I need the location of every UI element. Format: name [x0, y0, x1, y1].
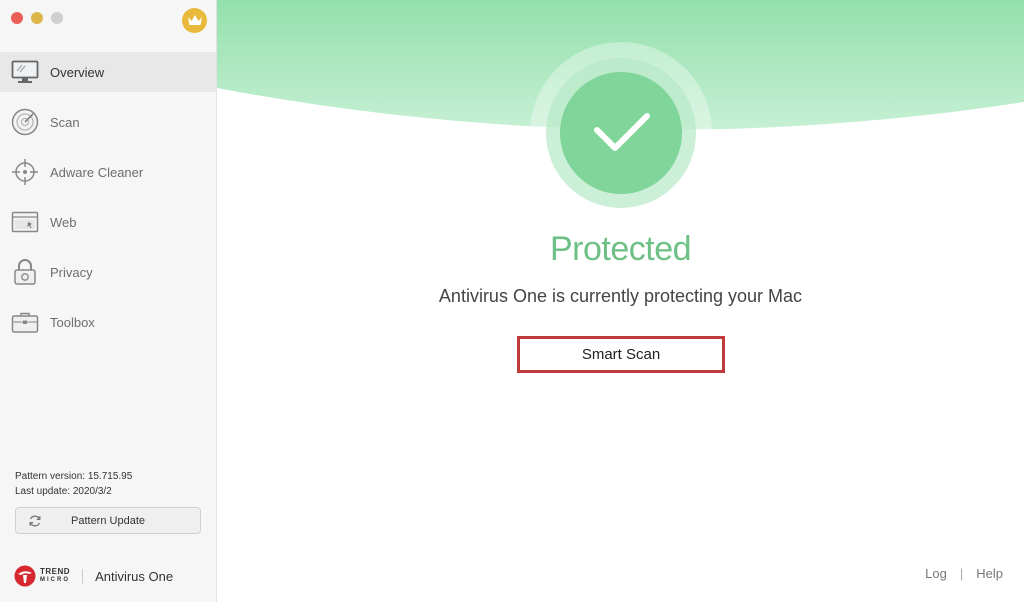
log-link[interactable]: Log	[925, 566, 947, 581]
brand-company-bottom: MICRO	[40, 577, 70, 583]
crown-icon[interactable]	[182, 8, 207, 33]
sidebar-item-label: Scan	[50, 114, 80, 130]
zoom-window-button[interactable]	[51, 12, 63, 24]
monitor-icon	[10, 57, 40, 87]
pattern-update-label: Pattern Update	[71, 514, 145, 527]
brand-divider	[82, 568, 84, 584]
protected-status-icon	[530, 42, 712, 224]
trend-micro-logo-icon	[14, 565, 36, 587]
sidebar-item-toolbox[interactable]: Toolbox	[0, 302, 216, 342]
help-link[interactable]: Help	[976, 566, 1003, 581]
app-window: Overview Scan Adware Cleaner Web Privacy…	[0, 0, 1024, 602]
sidebar-item-label: Adware Cleaner	[50, 164, 144, 180]
radar-icon	[10, 107, 40, 137]
sidebar-item-label: Overview	[50, 64, 105, 80]
minimize-window-button[interactable]	[31, 12, 43, 24]
sidebar-item-label: Toolbox	[50, 314, 95, 330]
footer-divider: |	[959, 566, 964, 581]
status-message: Antivirus One is currently protecting yo…	[438, 286, 803, 306]
brand-footer: TREND MICRO Antivirus One	[14, 565, 173, 587]
sidebar-item-adware-cleaner[interactable]: Adware Cleaner	[0, 152, 216, 192]
crosshair-icon	[10, 157, 40, 187]
product-name: Antivirus One	[95, 568, 174, 584]
close-window-button[interactable]	[11, 12, 23, 24]
padlock-icon	[10, 257, 40, 287]
sidebar-item-scan[interactable]: Scan	[0, 102, 216, 142]
sidebar: Overview Scan Adware Cleaner Web Privacy…	[0, 0, 217, 602]
sidebar-item-web[interactable]: Web	[0, 202, 216, 242]
toolbox-icon	[10, 307, 40, 337]
trend-micro-logo: TREND MICRO	[14, 565, 70, 587]
browser-window-icon	[10, 207, 40, 237]
main-panel: Protected Antivirus One is currently pro…	[217, 0, 1024, 602]
pattern-info: Pattern version: 15.715.95 Last update: …	[15, 469, 132, 499]
sidebar-item-label: Web	[50, 214, 77, 230]
sidebar-nav: Overview Scan Adware Cleaner Web Privacy…	[0, 52, 216, 352]
smart-scan-button[interactable]: Smart Scan	[517, 336, 725, 373]
sidebar-item-overview[interactable]: Overview	[0, 52, 216, 92]
status-title: Protected	[549, 230, 692, 268]
footer-links: Log | Help	[925, 566, 1003, 581]
brand-company-top: TREND	[40, 567, 71, 576]
pattern-update-button[interactable]: Pattern Update	[15, 507, 201, 534]
window-controls	[11, 12, 63, 24]
sidebar-item-privacy[interactable]: Privacy	[0, 252, 216, 292]
sidebar-item-label: Privacy	[50, 264, 93, 280]
pattern-version: Pattern version: 15.715.95	[15, 471, 133, 482]
last-update: Last update: 2020/3/2	[15, 486, 112, 497]
